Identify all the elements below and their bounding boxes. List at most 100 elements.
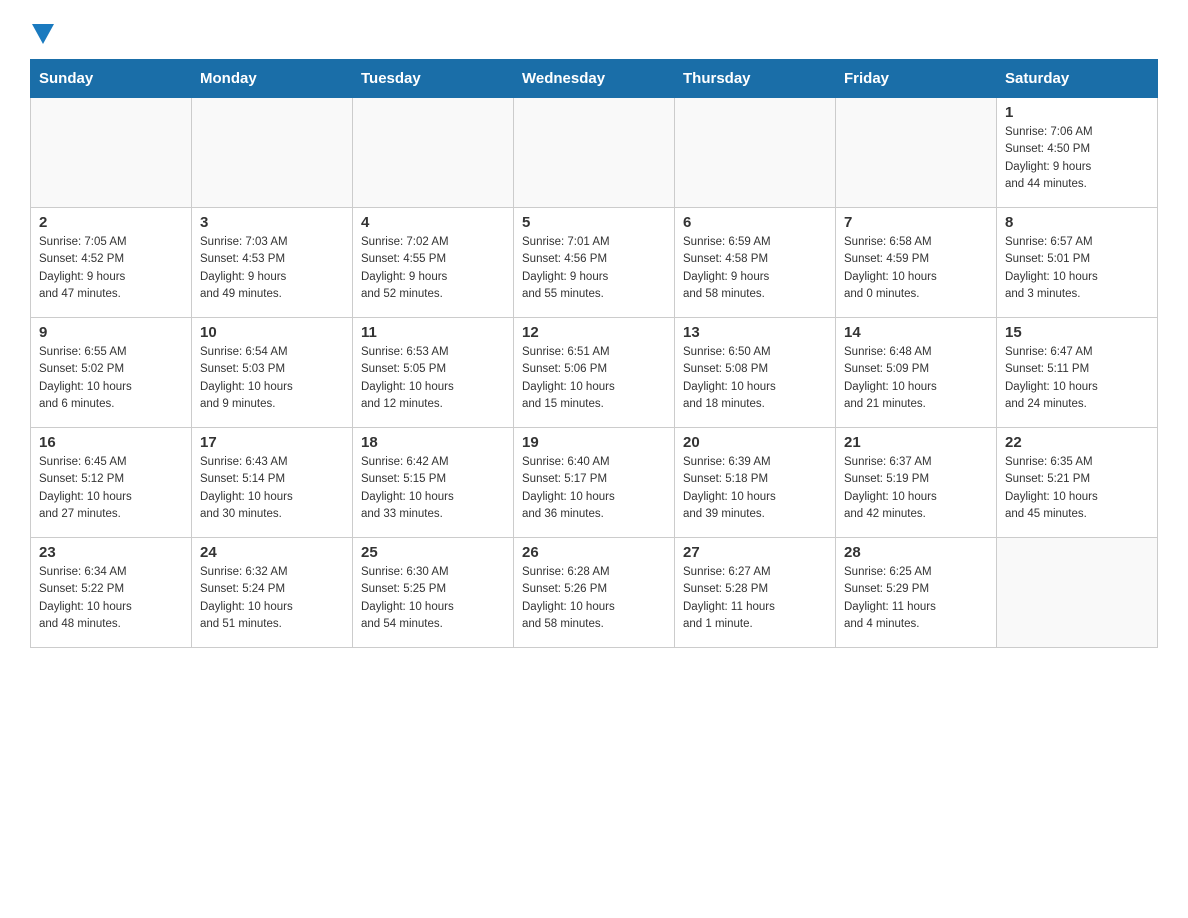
calendar-week-row: 16 Sunrise: 6:45 AMSunset: 5:12 PMDayligh…: [31, 428, 1158, 538]
day-info: Sunrise: 6:50 AMSunset: 5:08 PMDaylight:…: [683, 344, 827, 413]
day-number: 22: [1005, 434, 1149, 451]
day-number: 21: [844, 434, 988, 451]
calendar-cell: 1Sunrise: 7:06 AMSunset: 4:50 PMDaylight…: [997, 98, 1158, 208]
calendar-week-row: 2Sunrise: 7:05 AMSunset: 4:52 PMDaylight…: [31, 208, 1158, 318]
day-number: 3: [200, 214, 344, 231]
day-info: Sunrise: 6:54 AMSunset: 5:03 PMDaylight:…: [200, 344, 344, 413]
calendar-cell: 23 Sunrise: 6:34 AMSunset: 5:22 PMDayligh…: [31, 538, 192, 648]
calendar-cell: 16 Sunrise: 6:45 AMSunset: 5:12 PMDayligh…: [31, 428, 192, 538]
day-number: 9: [39, 324, 183, 341]
day-number: 6: [683, 214, 827, 231]
calendar-cell: 15 Sunrise: 6:47 AMSunset: 5:11 PMDayligh…: [997, 318, 1158, 428]
day-number: 13: [683, 324, 827, 341]
day-number: 18: [361, 434, 505, 451]
calendar-cell: 26 Sunrise: 6:28 AMSunset: 5:26 PMDayligh…: [514, 538, 675, 648]
day-info: Sunrise: 6:27 AMSunset: 5:28 PMDaylight:…: [683, 564, 827, 633]
day-number: 26: [522, 544, 666, 561]
day-number: 7: [844, 214, 988, 231]
calendar-cell: 7Sunrise: 6:58 AMSunset: 4:59 PMDaylight…: [836, 208, 997, 318]
day-info: Sunrise: 6:42 AMSunset: 5:15 PMDaylight:…: [361, 454, 505, 523]
calendar-cell: 21 Sunrise: 6:37 AMSunset: 5:19 PMDayligh…: [836, 428, 997, 538]
day-info: Sunrise: 6:30 AMSunset: 5:25 PMDaylight:…: [361, 564, 505, 633]
calendar-cell: [836, 98, 997, 208]
calendar-cell: 14 Sunrise: 6:48 AMSunset: 5:09 PMDayligh…: [836, 318, 997, 428]
calendar-cell: [353, 98, 514, 208]
day-info: Sunrise: 6:39 AMSunset: 5:18 PMDaylight:…: [683, 454, 827, 523]
calendar-cell: [192, 98, 353, 208]
calendar-cell: 17 Sunrise: 6:43 AMSunset: 5:14 PMDayligh…: [192, 428, 353, 538]
calendar-cell: 3 Sunrise: 7:03 AMSunset: 4:53 PMDaylight…: [192, 208, 353, 318]
day-info: Sunrise: 6:35 AMSunset: 5:21 PMDaylight:…: [1005, 454, 1149, 523]
calendar-cell: [31, 98, 192, 208]
calendar-cell: 11 Sunrise: 6:53 AMSunset: 5:05 PMDayligh…: [353, 318, 514, 428]
day-number: 27: [683, 544, 827, 561]
day-number: 5: [522, 214, 666, 231]
calendar-cell: 6 Sunrise: 6:59 AMSunset: 4:58 PMDaylight…: [675, 208, 836, 318]
day-header-saturday: Saturday: [997, 60, 1158, 98]
day-number: 17: [200, 434, 344, 451]
day-number: 12: [522, 324, 666, 341]
day-info: Sunrise: 6:59 AMSunset: 4:58 PMDaylight:…: [683, 234, 827, 303]
day-number: 20: [683, 434, 827, 451]
calendar-header-row: SundayMondayTuesdayWednesdayThursdayFrid…: [31, 60, 1158, 98]
day-info: Sunrise: 6:32 AMSunset: 5:24 PMDaylight:…: [200, 564, 344, 633]
day-number: 16: [39, 434, 183, 451]
day-info: Sunrise: 6:40 AMSunset: 5:17 PMDaylight:…: [522, 454, 666, 523]
calendar-cell: 19 Sunrise: 6:40 AMSunset: 5:17 PMDayligh…: [514, 428, 675, 538]
day-header-tuesday: Tuesday: [353, 60, 514, 98]
calendar-cell: 24 Sunrise: 6:32 AMSunset: 5:24 PMDayligh…: [192, 538, 353, 648]
logo: [30, 20, 54, 49]
calendar-cell: 28Sunrise: 6:25 AMSunset: 5:29 PMDayligh…: [836, 538, 997, 648]
day-info: Sunrise: 6:48 AMSunset: 5:09 PMDaylight:…: [844, 344, 988, 413]
calendar-cell: 22 Sunrise: 6:35 AMSunset: 5:21 PMDayligh…: [997, 428, 1158, 538]
day-info: Sunrise: 6:34 AMSunset: 5:22 PMDaylight:…: [39, 564, 183, 633]
calendar-cell: 8Sunrise: 6:57 AMSunset: 5:01 PMDaylight…: [997, 208, 1158, 318]
day-info: Sunrise: 6:25 AMSunset: 5:29 PMDaylight:…: [844, 564, 988, 633]
calendar-cell: 10 Sunrise: 6:54 AMSunset: 5:03 PMDayligh…: [192, 318, 353, 428]
day-info: Sunrise: 7:06 AMSunset: 4:50 PMDaylight:…: [1005, 124, 1149, 193]
day-header-wednesday: Wednesday: [514, 60, 675, 98]
day-info: Sunrise: 6:43 AMSunset: 5:14 PMDaylight:…: [200, 454, 344, 523]
day-info: Sunrise: 6:28 AMSunset: 5:26 PMDaylight:…: [522, 564, 666, 633]
calendar-cell: 13 Sunrise: 6:50 AMSunset: 5:08 PMDayligh…: [675, 318, 836, 428]
day-header-sunday: Sunday: [31, 60, 192, 98]
day-number: 15: [1005, 324, 1149, 341]
calendar-cell: 27 Sunrise: 6:27 AMSunset: 5:28 PMDayligh…: [675, 538, 836, 648]
calendar-week-row: 23 Sunrise: 6:34 AMSunset: 5:22 PMDayligh…: [31, 538, 1158, 648]
day-number: 23: [39, 544, 183, 561]
day-info: Sunrise: 6:37 AMSunset: 5:19 PMDaylight:…: [844, 454, 988, 523]
calendar-cell: 18 Sunrise: 6:42 AMSunset: 5:15 PMDayligh…: [353, 428, 514, 538]
day-info: Sunrise: 6:45 AMSunset: 5:12 PMDaylight:…: [39, 454, 183, 523]
calendar-cell: 25 Sunrise: 6:30 AMSunset: 5:25 PMDayligh…: [353, 538, 514, 648]
day-number: 24: [200, 544, 344, 561]
calendar-table: SundayMondayTuesdayWednesdayThursdayFrid…: [30, 59, 1158, 648]
day-header-friday: Friday: [836, 60, 997, 98]
day-info: Sunrise: 6:47 AMSunset: 5:11 PMDaylight:…: [1005, 344, 1149, 413]
day-number: 25: [361, 544, 505, 561]
day-header-thursday: Thursday: [675, 60, 836, 98]
calendar-cell: 2Sunrise: 7:05 AMSunset: 4:52 PMDaylight…: [31, 208, 192, 318]
calendar-cell: 9Sunrise: 6:55 AMSunset: 5:02 PMDaylight…: [31, 318, 192, 428]
day-number: 10: [200, 324, 344, 341]
calendar-cell: 4 Sunrise: 7:02 AMSunset: 4:55 PMDaylight…: [353, 208, 514, 318]
day-number: 11: [361, 324, 505, 341]
day-info: Sunrise: 7:01 AMSunset: 4:56 PMDaylight:…: [522, 234, 666, 303]
day-info: Sunrise: 6:51 AMSunset: 5:06 PMDaylight:…: [522, 344, 666, 413]
day-info: Sunrise: 7:03 AMSunset: 4:53 PMDaylight:…: [200, 234, 344, 303]
calendar-cell: [514, 98, 675, 208]
day-number: 4: [361, 214, 505, 231]
calendar-week-row: 1Sunrise: 7:06 AMSunset: 4:50 PMDaylight…: [31, 98, 1158, 208]
day-info: Sunrise: 7:05 AMSunset: 4:52 PMDaylight:…: [39, 234, 183, 303]
logo-arrow-icon: [32, 24, 54, 44]
calendar-cell: 12 Sunrise: 6:51 AMSunset: 5:06 PMDayligh…: [514, 318, 675, 428]
day-number: 19: [522, 434, 666, 451]
day-info: Sunrise: 7:02 AMSunset: 4:55 PMDaylight:…: [361, 234, 505, 303]
day-info: Sunrise: 6:53 AMSunset: 5:05 PMDaylight:…: [361, 344, 505, 413]
calendar-cell: 5 Sunrise: 7:01 AMSunset: 4:56 PMDaylight…: [514, 208, 675, 318]
calendar-week-row: 9Sunrise: 6:55 AMSunset: 5:02 PMDaylight…: [31, 318, 1158, 428]
calendar-cell: [675, 98, 836, 208]
calendar-cell: 20 Sunrise: 6:39 AMSunset: 5:18 PMDayligh…: [675, 428, 836, 538]
day-header-monday: Monday: [192, 60, 353, 98]
calendar-cell: [997, 538, 1158, 648]
day-number: 14: [844, 324, 988, 341]
